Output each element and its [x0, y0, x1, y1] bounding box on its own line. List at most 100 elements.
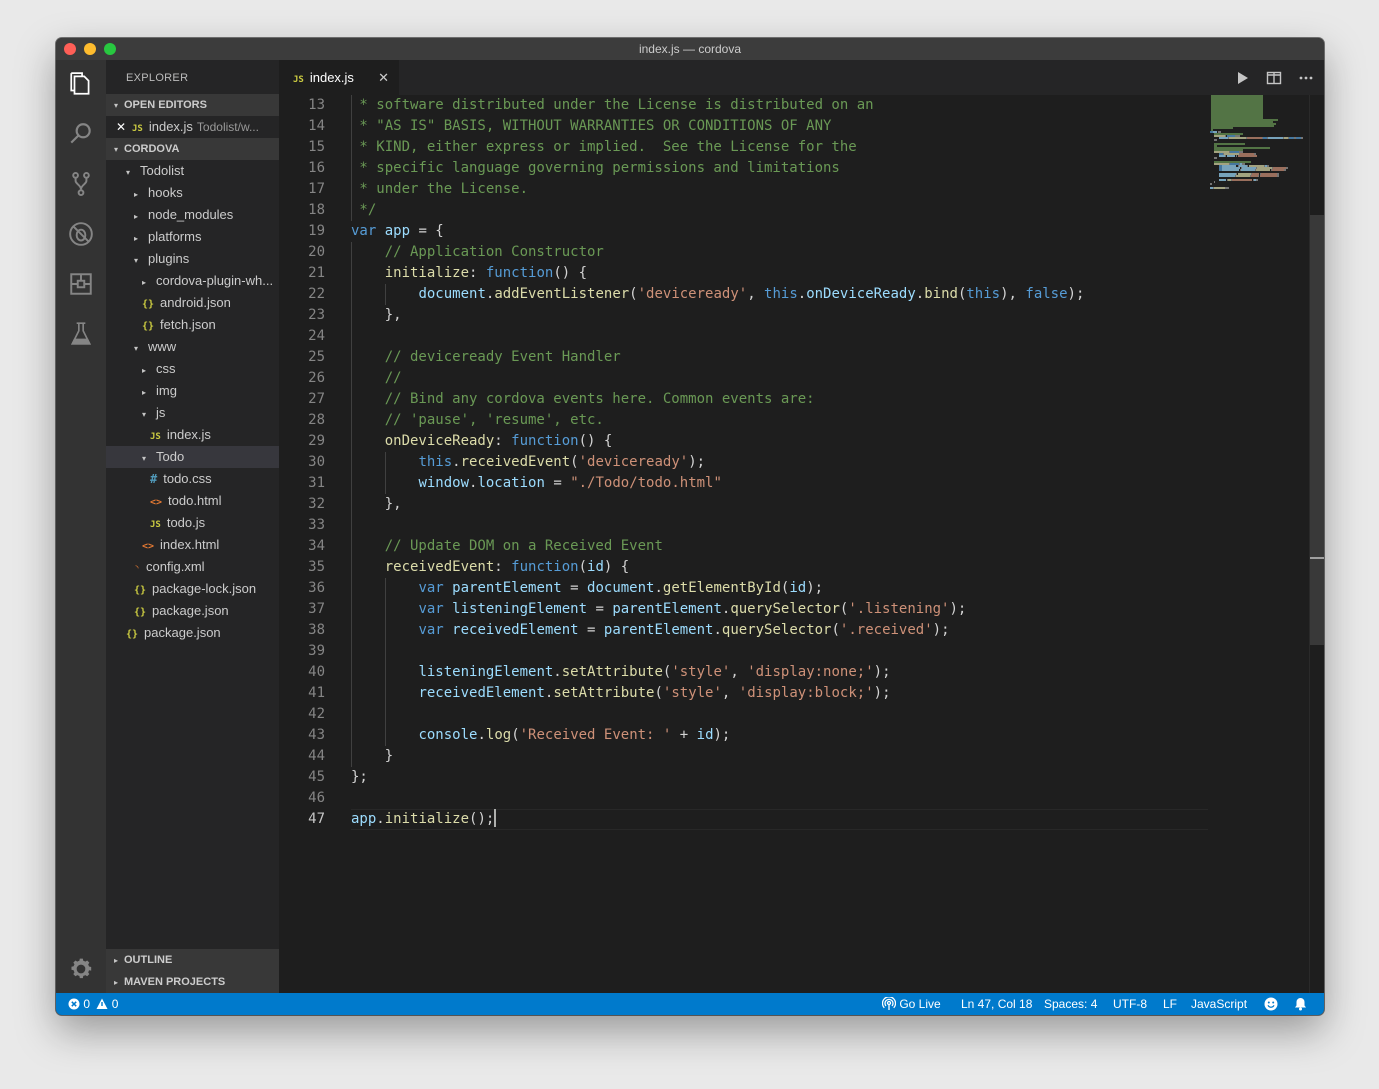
tree-folder-item[interactable]: ▸ node_modules [106, 204, 279, 226]
line-number: 14 [308, 118, 325, 134]
code-line: 45}; [279, 767, 1324, 788]
line-code: }, [351, 496, 402, 512]
tree-folder-item[interactable]: ▸ platforms [106, 226, 279, 248]
line-number: 17 [308, 181, 325, 197]
tab-index-js[interactable]: JS index.js ✕ [279, 60, 399, 95]
tree-file-item[interactable]: JS index.js [106, 424, 279, 446]
tree-folder-item[interactable]: ▾ Todolist [106, 160, 279, 182]
tree-folder-item[interactable]: ▸ hooks [106, 182, 279, 204]
tree-folder-item[interactable]: ▾ plugins [106, 248, 279, 270]
files-icon[interactable] [56, 60, 106, 108]
tree-file-item[interactable]: {} package-lock.json [106, 578, 279, 600]
tree-file-item[interactable]: {} fetch.json [106, 314, 279, 336]
language-mode[interactable]: JavaScript [1191, 993, 1247, 1015]
tree-folder-item[interactable]: ▸ cordova-plugin-wh... [106, 270, 279, 292]
zoom-window-button[interactable] [104, 43, 116, 55]
editor-scrollbar[interactable] [1309, 95, 1324, 993]
line-code: this.receivedEvent('deviceready'); [418, 454, 706, 470]
tree-folder-item[interactable]: ▸ img [106, 380, 279, 402]
tree-item-label: img [156, 383, 177, 398]
code-line: 30 this.receivedEvent('deviceready'); [279, 452, 1324, 473]
error-icon [68, 998, 80, 1010]
line-code: receivedEvent: function(id) { [384, 559, 630, 575]
tree-folder-item[interactable]: ▸ css [106, 358, 279, 380]
extensions-icon[interactable] [56, 260, 106, 308]
cursor-position[interactable]: Ln 47, Col 18 [961, 993, 1032, 1015]
line-code: app.initialize(); [351, 809, 497, 827]
json-file-icon: {} [126, 629, 139, 640]
run-icon[interactable] [1230, 60, 1254, 95]
line-number: 41 [308, 685, 325, 701]
json-file-icon: {} [142, 321, 155, 332]
debug-icon[interactable] [56, 210, 106, 258]
tree-folder-item[interactable]: ▾ Todo [106, 446, 279, 468]
minimap[interactable] [1210, 95, 1308, 205]
indentation-setting[interactable]: Spaces: 4 [1044, 993, 1097, 1015]
line-number: 40 [308, 664, 325, 680]
line-number: 23 [308, 307, 325, 323]
maven-projects-section-header[interactable]: ▸ MAVEN PROJECTS [106, 971, 279, 993]
tree-file-item[interactable]: # todo.css [106, 468, 279, 490]
tree-folder-item[interactable]: ▾ js [106, 402, 279, 424]
line-number: 25 [308, 349, 325, 365]
tree-file-item[interactable]: <> index.html [106, 534, 279, 556]
gear-icon[interactable] [56, 945, 106, 993]
minimap-line [1214, 139, 1217, 141]
chevron-right-icon: ▸ [134, 234, 139, 243]
go-live-button[interactable]: Go Live [881, 993, 941, 1015]
feedback-smiley-icon[interactable] [1264, 993, 1278, 1015]
tree-file-item[interactable]: <> todo.html [106, 490, 279, 512]
line-code: * KIND, either express or implied. See t… [351, 139, 857, 155]
close-icon[interactable]: ✕ [378, 60, 389, 95]
html-file-icon: <> [142, 541, 155, 552]
minimize-window-button[interactable] [84, 43, 96, 55]
tree-file-item[interactable]: {} android.json [106, 292, 279, 314]
cordova-folder-header[interactable]: ▾ CORDOVA [106, 138, 279, 160]
minimap-line [1222, 169, 1239, 171]
tree-item-label: Todo [156, 449, 185, 464]
outline-section-header[interactable]: ▸ OUTLINE [106, 949, 279, 971]
problems-indicator[interactable]: 0 0 [68, 993, 118, 1015]
tree-file-item[interactable]: ◝ config.xml [106, 556, 279, 578]
scrollbar-thumb[interactable] [1310, 215, 1324, 645]
line-number: 47 [308, 811, 325, 827]
line-number: 46 [308, 790, 325, 806]
encoding-setting[interactable]: UTF-8 [1113, 993, 1147, 1015]
search-icon[interactable] [56, 110, 106, 158]
minimap-line [1240, 169, 1256, 171]
source-control-icon[interactable] [56, 160, 106, 208]
line-code: listeningElement.setAttribute('style', '… [418, 664, 891, 680]
split-editor-icon[interactable] [1262, 60, 1286, 95]
code-editor[interactable]: 13 * software distributed under the Lice… [279, 95, 1324, 993]
line-number: 30 [308, 454, 325, 470]
tree-folder-item[interactable]: ▾ www [106, 336, 279, 358]
chevron-right-icon: ▸ [142, 366, 147, 375]
tree-file-item[interactable]: {} package.json [106, 622, 279, 644]
tree-item-label: package.json [152, 603, 229, 618]
open-editors-header[interactable]: ▾ OPEN EDITORS [106, 94, 279, 116]
code-line: 44 } [279, 746, 1324, 767]
line-code: receivedElement.setAttribute('style', 'd… [418, 685, 891, 701]
tree-file-item[interactable]: JS todo.js [106, 512, 279, 534]
line-code: // 'pause', 'resume', etc. [384, 412, 604, 428]
close-window-button[interactable] [64, 43, 76, 55]
chevron-down-icon: ▾ [134, 256, 139, 265]
eol-setting[interactable]: LF [1163, 993, 1177, 1015]
line-code: // deviceready Event Handler [384, 349, 621, 365]
tree-item-label: index.html [160, 537, 220, 552]
code-line: 33 [279, 515, 1324, 536]
scrollbar-cursor-marker [1310, 557, 1324, 559]
line-code: console.log('Received Event: ' + id); [418, 727, 731, 743]
tree-item-label: fetch.json [160, 317, 216, 332]
notifications-bell-icon[interactable] [1294, 993, 1307, 1015]
test-flask-icon[interactable] [56, 310, 106, 358]
line-number: 35 [308, 559, 325, 575]
tree-file-item[interactable]: {} package.json [106, 600, 279, 622]
close-icon[interactable]: ✕ [106, 116, 126, 138]
line-number: 26 [308, 370, 325, 386]
chevron-down-icon: ▾ [142, 454, 147, 463]
more-actions-icon[interactable] [1294, 60, 1318, 95]
minimap-line [1214, 143, 1246, 145]
open-editor-item[interactable]: ✕ JS index.js Todolist/w... [106, 116, 279, 138]
json-file-icon: {} [134, 585, 147, 596]
